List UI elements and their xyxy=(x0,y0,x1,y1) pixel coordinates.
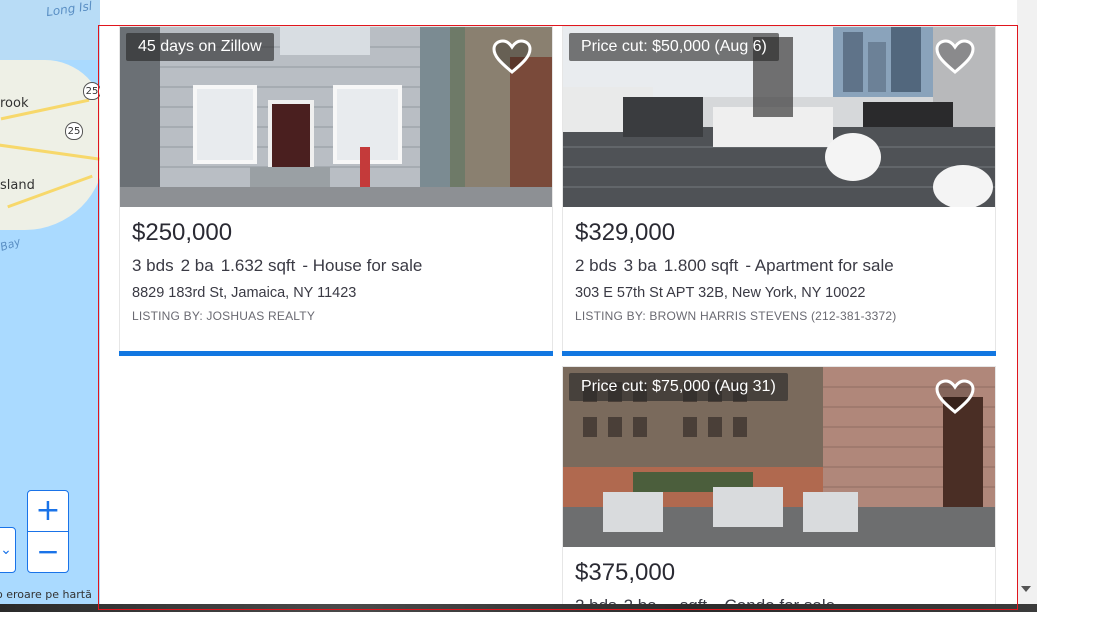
sqft-value: -- sqft xyxy=(664,596,707,604)
heart-icon[interactable] xyxy=(935,39,975,75)
listing-price: $329,000 xyxy=(575,219,676,246)
map-layer-button[interactable]: ⌄ xyxy=(0,527,16,573)
listing-photo[interactable]: 45 days on Zillow xyxy=(120,27,552,207)
baths-count: 2 ba xyxy=(180,256,214,275)
map-error-link[interactable]: o eroare pe hartă xyxy=(0,588,92,601)
beds-count: 2 bds xyxy=(575,256,617,275)
baths-count: 2 ba xyxy=(624,596,657,604)
listing-photo[interactable]: Price cut: $75,000 (Aug 31) xyxy=(563,367,995,547)
listing-facts: 2 bds 3 ba 1.800 sqft - Apartment for sale xyxy=(575,256,901,276)
map-label-island: sland xyxy=(0,178,35,193)
price-cut-badge: Price cut: $75,000 (Aug 31) xyxy=(569,373,788,401)
app-root: Long Isl rook sland Bay 25 25 + − ⌄ o er… xyxy=(0,0,1117,636)
listing-price: $250,000 xyxy=(132,219,233,246)
listing-price: $375,000 xyxy=(575,559,676,586)
chevron-down-icon: ⌄ xyxy=(0,542,12,558)
beds-count: 2 bds xyxy=(575,596,617,604)
days-on-zillow-badge: 45 days on Zillow xyxy=(126,33,274,61)
zoom-in-button[interactable]: + xyxy=(27,490,69,532)
listing-panel: 45 days on Zillow $250,000 3 bds 2 ba 1.63… xyxy=(100,0,1017,604)
heart-icon[interactable] xyxy=(492,39,532,75)
scrollbar[interactable] xyxy=(1017,0,1037,604)
listing-address[interactable]: 8829 183rd St, Jamaica, NY 11423 xyxy=(132,285,356,301)
listing-facts: 3 bds 2 ba 1.632 sqft - House for sale xyxy=(132,256,429,276)
route-shield-icon: 25 xyxy=(83,82,100,100)
baths-count: 3 ba xyxy=(623,256,657,275)
zoom-out-button[interactable]: − xyxy=(27,531,69,573)
card-accent-bar xyxy=(119,351,553,356)
map-label-brook: rook xyxy=(0,96,29,111)
card-accent-bar xyxy=(562,351,996,356)
route-shield-icon: 25 xyxy=(65,122,83,140)
listing-card[interactable]: Price cut: $50,000 (Aug 6) $329,000 2 bd… xyxy=(562,26,996,356)
listing-card[interactable]: Price cut: $75,000 (Aug 31) $375,000 2 b… xyxy=(562,366,996,604)
sqft-value: 1.800 sqft xyxy=(663,256,739,275)
scroll-down-arrow-icon[interactable] xyxy=(1021,586,1031,592)
beds-count: 3 bds xyxy=(132,256,174,275)
listing-photo[interactable]: Price cut: $50,000 (Aug 6) xyxy=(563,27,995,207)
price-cut-badge: Price cut: $50,000 (Aug 6) xyxy=(569,33,779,61)
taskbar-strip xyxy=(0,604,1037,612)
listing-facts: 2 bds 2 ba -- sqft - Condo for sale xyxy=(575,596,842,604)
map-label-bay: Bay xyxy=(0,235,23,254)
sqft-value: 1.632 sqft xyxy=(220,256,296,275)
listing-broker: LISTING BY: JOSHUAS REALTY xyxy=(132,309,316,323)
listing-type: - Apartment for sale xyxy=(745,256,894,275)
map-area[interactable]: Long Isl rook sland Bay 25 25 + − ⌄ o er… xyxy=(0,0,100,604)
heart-icon[interactable] xyxy=(935,379,975,415)
listing-type: - Condo for sale xyxy=(714,596,835,604)
listing-card[interactable]: 45 days on Zillow $250,000 3 bds 2 ba 1.63… xyxy=(119,26,553,356)
listing-address[interactable]: 303 E 57th St APT 32B, New York, NY 1002… xyxy=(575,285,865,301)
listing-type: - House for sale xyxy=(302,256,423,275)
listing-broker: LISTING BY: BROWN HARRIS STEVENS (212-38… xyxy=(575,309,897,323)
